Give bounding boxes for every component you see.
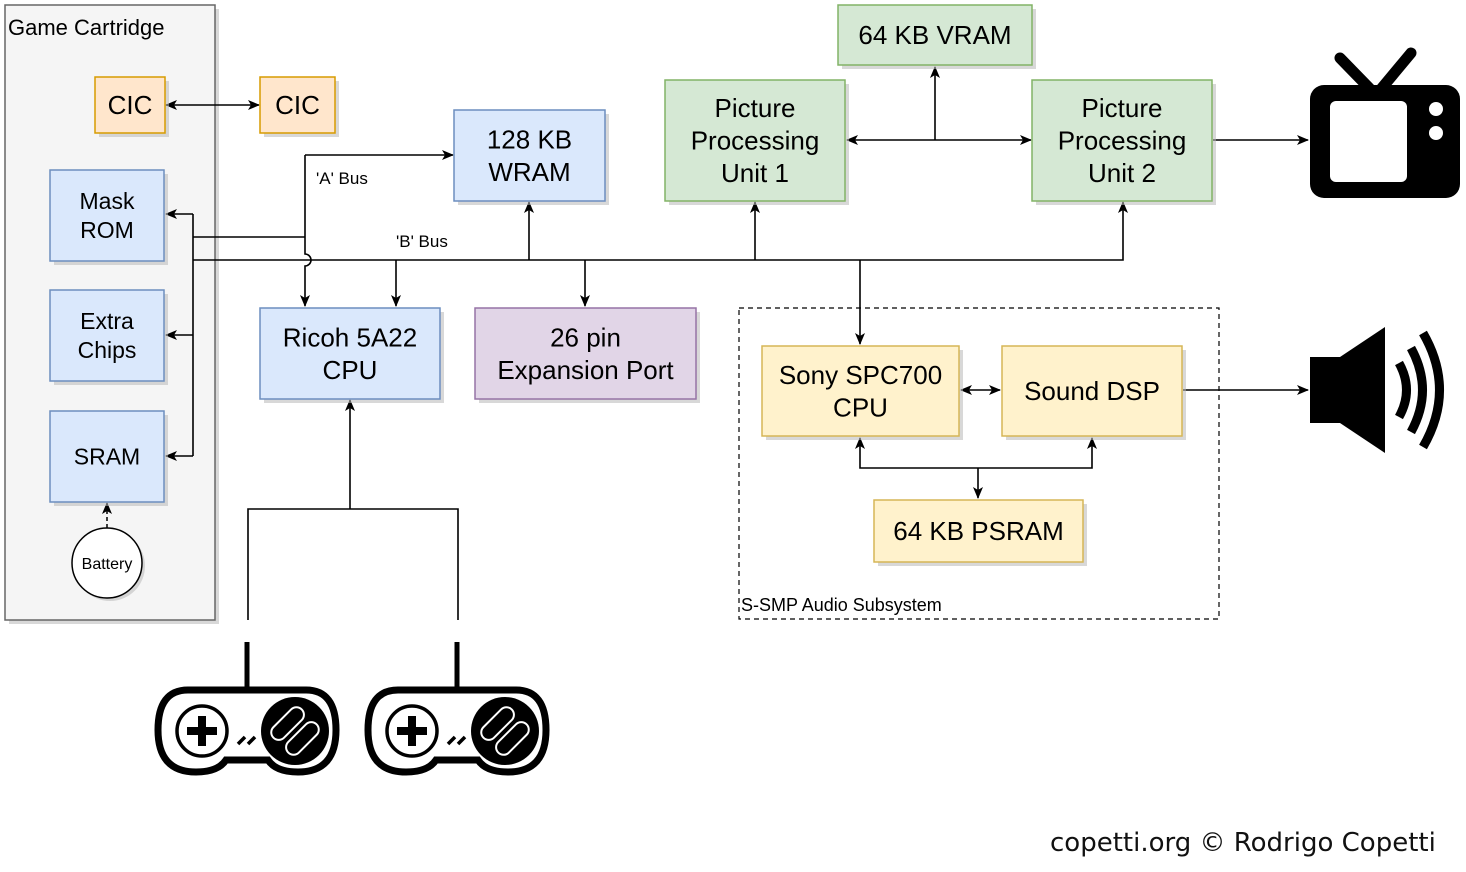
ppu2-label: Picture	[1082, 93, 1163, 123]
ppu2-box[interactable]: PictureProcessingUnit 2	[1031, 79, 1216, 205]
expansion-label: Expansion Port	[497, 355, 674, 385]
a-bus-label: 'A' Bus	[316, 169, 368, 188]
mask-rom-label: Mask	[80, 188, 135, 214]
cpu-label: Ricoh 5A22	[283, 322, 417, 352]
ppu2-label: Unit 2	[1088, 158, 1156, 188]
spc700-box[interactable]: Sony SPC700CPU	[761, 345, 963, 440]
ppu1-label: Unit 1	[721, 158, 789, 188]
controller-1-icon	[154, 642, 340, 776]
vram-box[interactable]: 64 KB VRAM	[837, 4, 1036, 69]
psram-box[interactable]: 64 KB PSRAM	[873, 499, 1087, 566]
cic-cart-box[interactable]: CIC	[94, 76, 169, 137]
footer-credit: copetti.org © Rodrigo Copetti	[1050, 828, 1436, 858]
cartridge-label: Game Cartridge	[8, 15, 165, 40]
components: CIC CIC Mask ROM Extra Chips SRAM 128 KBWRAM Ric…	[49, 4, 1216, 566]
sram-box[interactable]: SRAM	[49, 410, 168, 506]
dsp-box[interactable]: Sound DSP	[1001, 345, 1186, 440]
ppu2-label: Processing	[1058, 126, 1187, 156]
ppu1-box[interactable]: PictureProcessingUnit 1	[664, 79, 849, 205]
speaker-icon	[1310, 327, 1444, 453]
dsp-label: Sound DSP	[1024, 376, 1160, 406]
vram-label: 64 KB VRAM	[858, 20, 1011, 50]
wram-box[interactable]: 128 KBWRAM	[453, 109, 609, 205]
cic-console-label: CIC	[275, 90, 320, 120]
audio-ram-bus	[855, 437, 1097, 469]
extra-chips-box[interactable]: Extra Chips	[49, 289, 168, 385]
psram-label: 64 KB PSRAM	[893, 516, 1064, 546]
mask-rom-label: ROM	[80, 217, 134, 243]
spc700-label: Sony SPC700	[779, 360, 942, 390]
battery-label: Battery	[82, 556, 133, 573]
wram-label: WRAM	[488, 157, 570, 187]
b-bus-line	[193, 201, 1128, 261]
cic-console-box[interactable]: CIC	[259, 76, 339, 137]
audio-subsystem-label: S-SMP Audio Subsystem	[741, 595, 942, 615]
cpu-box[interactable]: Ricoh 5A22CPU	[259, 307, 444, 403]
expansion-label: 26 pin	[550, 322, 621, 352]
ppu1-label: Picture	[715, 93, 796, 123]
cpu-label: CPU	[323, 355, 378, 385]
controller-ports	[247, 508, 459, 620]
extra-chips-label: Chips	[78, 337, 137, 363]
cic-cart-label: CIC	[108, 90, 153, 120]
expansion-box[interactable]: 26 pinExpansion Port	[474, 307, 700, 403]
extra-chips-label: Extra	[80, 308, 134, 334]
architecture-diagram: Game Cartridge S-SMP Audio Subsystem 'A'…	[4, 4, 1460, 776]
spc700-label: CPU	[833, 392, 888, 422]
controller-2-icon	[364, 642, 550, 776]
b-bus-label: 'B' Bus	[396, 232, 448, 251]
television-icon	[1310, 47, 1460, 198]
sram-label: SRAM	[74, 444, 140, 470]
ppu1-label: Processing	[691, 126, 820, 156]
a-bus-to-cpu	[300, 155, 312, 307]
wram-label: 128 KB	[487, 124, 572, 154]
mask-rom-box[interactable]: Mask ROM	[49, 169, 168, 265]
